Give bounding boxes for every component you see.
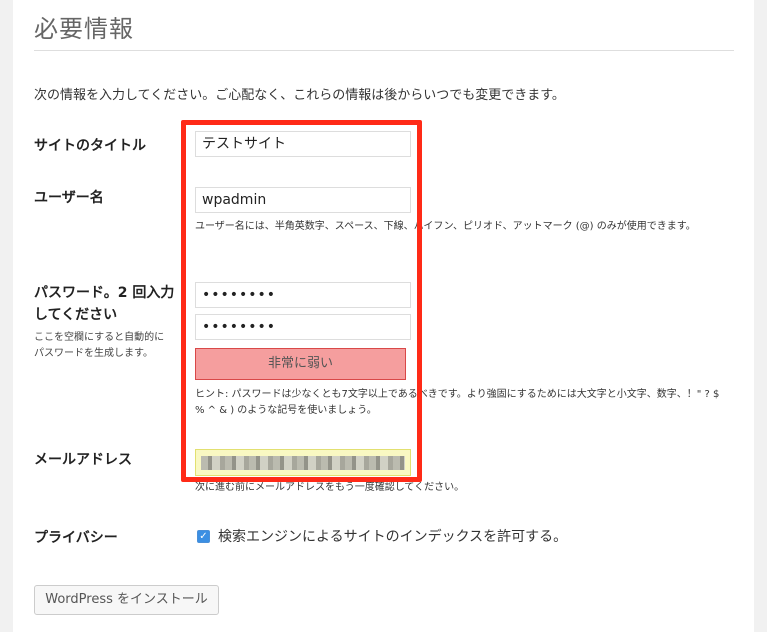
email-label: メールアドレス [34,452,132,468]
install-button[interactable]: WordPress をインストール [34,585,219,615]
password-label: パスワード。2 回入力してください [34,285,175,323]
heading-divider [34,50,734,51]
page-heading: 必要情報 [34,15,134,43]
red-highlight-box [181,120,422,482]
privacy-checkbox[interactable]: ✓ [197,530,210,543]
intro-text: 次の情報を入力してください。ご心配なく、これらの情報は後からいつでも変更できます… [34,88,565,103]
username-label: ユーザー名 [34,190,104,206]
email-note: 次に進む前にメールアドレスをもう一度確認してください。 [195,482,465,493]
privacy-checkbox-label[interactable]: 検索エンジンによるサイトのインデックスを許可する。 [218,526,567,546]
password-helper: ここを空欄にすると自動的にパスワードを生成します。 [34,332,165,359]
privacy-label: プライバシー [34,530,118,546]
checkmark-icon: ✓ [199,531,208,542]
site-title-label: サイトのタイトル [34,138,146,154]
